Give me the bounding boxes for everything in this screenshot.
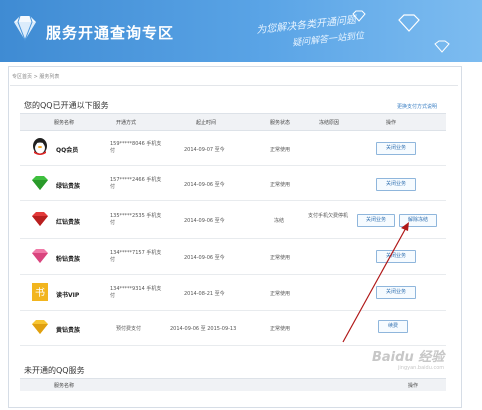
- opened-services-title: 您的QQ已开通以下服务: [24, 101, 109, 110]
- service-time: 2014-08-21 至今: [184, 291, 225, 297]
- payment-change-link[interactable]: 更换支付方式说明: [397, 103, 437, 110]
- col-status: 服务状态: [270, 120, 291, 126]
- table-row: 粉钻贵族 134*****7157 手机支付 2014-09-06 至今 正常使…: [20, 239, 446, 275]
- breadcrumb[interactable]: 专区首页 > 服务列表: [12, 73, 59, 80]
- freeze-reason: 支付手机欠费停机: [308, 213, 349, 219]
- service-status: 冻结: [274, 218, 285, 224]
- open-method: 135*****2535 手机支付: [110, 213, 162, 226]
- table-header: 服务名称 开通方式 起止时间 服务状态 冻结原因 操作: [20, 113, 446, 131]
- open-method: 159*****8046 手机支付: [110, 141, 162, 154]
- header-banner: 服务开通查询专区 为您解决各类开通问题 疑问解答一站到位: [0, 0, 482, 62]
- svg-text:书: 书: [35, 287, 45, 299]
- service-name: 黄钻贵族: [56, 327, 81, 334]
- service-status: 正常使用: [270, 291, 291, 297]
- decor-diamond-icon: [398, 14, 420, 32]
- table-row: 绿钻贵族 157*****2466 手机支付 2014-09-06 至今 正常使…: [20, 166, 446, 201]
- col-service-name: 服务名称: [54, 120, 75, 126]
- book-vip-icon: 书: [32, 283, 48, 301]
- service-name: 绿钻贵族: [56, 183, 81, 190]
- close-service-button[interactable]: 关闭业务: [376, 142, 416, 155]
- red-diamond-icon: [32, 212, 48, 226]
- service-time: 2014-09-06 至今: [184, 218, 225, 224]
- renew-button[interactable]: 续费: [378, 320, 408, 333]
- watermark-url: jingyan.baidu.com: [398, 365, 445, 371]
- col-action: 操作: [386, 120, 397, 126]
- yellow-diamond-icon: [32, 320, 48, 334]
- close-service-button[interactable]: 关闭业务: [376, 250, 416, 263]
- unopened-services-title: 未开通的QQ服务: [24, 366, 85, 375]
- col-method: 开通方式: [116, 120, 137, 126]
- service-status: 正常使用: [270, 182, 291, 188]
- service-name: 粉钻贵族: [56, 256, 81, 263]
- col-time: 起止时间: [196, 120, 217, 126]
- green-diamond-icon: [32, 176, 48, 190]
- table-row: 黄钻贵族 预付费支付 2014-09-06 至 2015-09-13 正常使用 …: [20, 311, 446, 346]
- service-time: 2014-09-06 至今: [184, 255, 225, 261]
- close-service-button[interactable]: 关闭业务: [376, 178, 416, 191]
- unfreeze-button[interactable]: 解除冻结: [399, 214, 437, 227]
- table-row: 红钻贵族 135*****2535 手机支付 2014-09-06 至今 冻结 …: [20, 201, 446, 239]
- service-time: 2014-09-06 至今: [184, 182, 225, 188]
- table-row: 书 读书VIP 134*****9314 手机支付 2014-08-21 至今 …: [20, 275, 446, 311]
- close-service-button[interactable]: 关闭业务: [376, 286, 416, 299]
- open-method: 预付费支付: [116, 326, 142, 332]
- diamond-logo-icon: [14, 15, 36, 42]
- open-method: 157*****2466 手机支付: [110, 177, 162, 190]
- service-time: 2014-09-07 至今: [184, 147, 225, 153]
- service-status: 正常使用: [270, 326, 291, 332]
- decor-diamond-icon: [352, 10, 366, 22]
- col-reason: 冻结原因: [319, 120, 340, 126]
- decor-diamond-icon: [434, 40, 450, 53]
- pink-diamond-icon: [32, 249, 48, 263]
- watermark-brand: Baidu 经验: [372, 350, 445, 365]
- page-title: 服务开通查询专区: [46, 24, 175, 42]
- table-header: 服务名称 操作: [20, 378, 446, 391]
- close-service-button[interactable]: 关闭业务: [357, 214, 395, 227]
- service-time: 2014-09-06 至 2015-09-13: [170, 326, 237, 332]
- col-service-name: 服务名称: [54, 383, 75, 389]
- table-row: QQ会员 159*****8046 手机支付 2014-09-07 至今 正常使…: [20, 130, 446, 166]
- service-name: QQ会员: [56, 147, 79, 154]
- open-method: 134*****9314 手机支付: [110, 286, 162, 299]
- service-status: 正常使用: [270, 255, 291, 261]
- service-name: 读书VIP: [56, 292, 80, 299]
- open-method: 134*****7157 手机支付: [110, 250, 162, 263]
- service-name: 红钻贵族: [56, 219, 81, 226]
- col-action: 操作: [408, 383, 419, 389]
- divider: [10, 85, 458, 86]
- service-status: 正常使用: [270, 147, 291, 153]
- qq-member-icon: [33, 138, 47, 155]
